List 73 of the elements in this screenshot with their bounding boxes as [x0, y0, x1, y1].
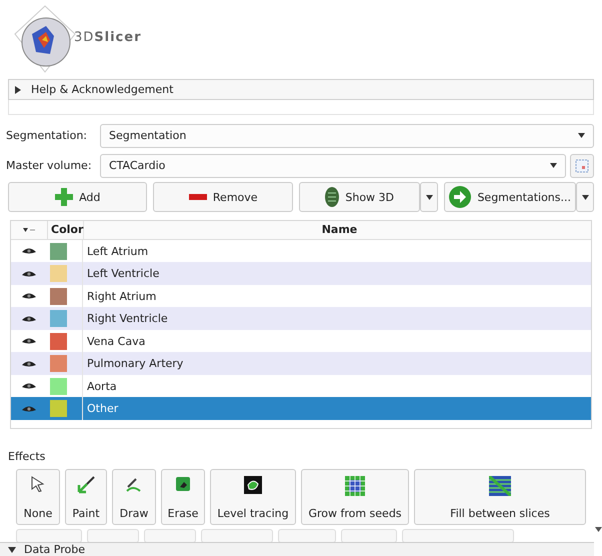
segment-name: Left Ventricle: [87, 267, 160, 280]
master-volume-label: Master volume:: [6, 159, 93, 172]
menu-button[interactable]: [420, 182, 438, 212]
dropdown-arrow-icon: [426, 194, 433, 200]
segment-row[interactable]: Left Atrium: [11, 240, 591, 262]
pen-icon: [125, 476, 143, 494]
segment-name: Right Atrium: [87, 290, 156, 303]
dropdown-arrow-icon: [582, 194, 588, 200]
color-swatch[interactable]: [50, 378, 67, 395]
segment-name: Left Atrium: [87, 244, 148, 258]
layers-icon: [489, 476, 511, 496]
minus-icon: [188, 194, 207, 200]
eye-icon[interactable]: [22, 292, 36, 300]
arrow-right-circle-icon: [449, 186, 472, 208]
dropdown-arrow-icon: [550, 163, 557, 168]
eye-icon[interactable]: [22, 247, 36, 256]
dropdown-arrow-icon: [578, 133, 585, 138]
app-logo-text: 3DSlicer: [74, 30, 142, 45]
effect-button[interactable]: Draw: [112, 469, 156, 526]
toolbar-button[interactable]: Segmentations...: [444, 182, 576, 212]
eye-icon[interactable]: [22, 337, 36, 346]
segment-name: Pulmonary Artery: [87, 357, 184, 370]
data-probe-header[interactable]: Data Probe: [0, 542, 594, 556]
cursor-arrow-icon: [31, 476, 45, 492]
color-swatch[interactable]: [50, 310, 67, 328]
grid-icon: [575, 158, 589, 173]
level-tracing-icon: [244, 476, 262, 494]
segmentation-dropdown[interactable]: Segmentation: [100, 124, 594, 148]
scroll-down-arrow-icon[interactable]: [594, 527, 602, 532]
effect-button[interactable]: Paint: [65, 469, 107, 526]
effect-button[interactable]: Grow from seeds: [301, 469, 409, 526]
grid-seeds-icon: [345, 476, 365, 496]
segment-row[interactable]: Aorta: [11, 374, 591, 398]
eraser-icon: [175, 476, 191, 492]
effect-button[interactable]: None: [16, 469, 60, 526]
toolbar-button[interactable]: Add: [8, 182, 148, 212]
geometry-button[interactable]: [570, 154, 594, 178]
eye-icon[interactable]: [22, 382, 36, 390]
color-swatch[interactable]: [50, 288, 67, 305]
toolbar-button[interactable]: Remove: [153, 182, 293, 212]
brush-icon: [77, 476, 95, 494]
eye-icon[interactable]: [22, 270, 36, 278]
color-swatch[interactable]: [50, 355, 67, 372]
master-volume-dropdown[interactable]: CTACardio: [100, 154, 566, 178]
eye-icon[interactable]: [22, 314, 36, 323]
segment-row[interactable]: Pulmonary Artery: [11, 352, 591, 375]
column-header[interactable]: Name: [84, 220, 591, 239]
effect-button[interactable]: Erase: [161, 469, 205, 526]
eye-icon[interactable]: [22, 360, 36, 368]
effect-button[interactable]: Fill between slices: [414, 469, 586, 526]
segment-name: Aorta: [87, 380, 117, 393]
color-swatch[interactable]: [50, 400, 67, 418]
segment-name: Vena Cava: [87, 334, 146, 348]
torso-icon: [325, 187, 340, 208]
segment-name: Right Ventricle: [87, 312, 168, 326]
segment-row[interactable]: Right Atrium: [11, 284, 591, 308]
help-section-header[interactable]: Help & Acknowledgement: [8, 78, 594, 100]
segment-row[interactable]: Vena Cava: [11, 330, 591, 352]
effects-label: Effects: [8, 450, 46, 464]
effect-button[interactable]: Level tracing: [210, 469, 296, 526]
color-swatch[interactable]: [50, 265, 67, 282]
segment-name: Other: [87, 402, 118, 416]
sort-arrow-icon: [23, 228, 35, 232]
segment-row[interactable]: Left Ventricle: [11, 262, 591, 285]
plus-icon: [55, 188, 74, 206]
color-swatch[interactable]: [50, 242, 67, 260]
segmentation-label: Segmentation:: [6, 129, 88, 142]
segment-row[interactable]: Other: [11, 397, 591, 420]
column-header[interactable]: Color: [48, 220, 84, 239]
toolbar-button[interactable]: Show 3D: [298, 182, 420, 212]
segment-row[interactable]: Right Ventricle: [11, 307, 591, 330]
menu-button[interactable]: [576, 182, 594, 212]
color-swatch[interactable]: [50, 332, 67, 350]
